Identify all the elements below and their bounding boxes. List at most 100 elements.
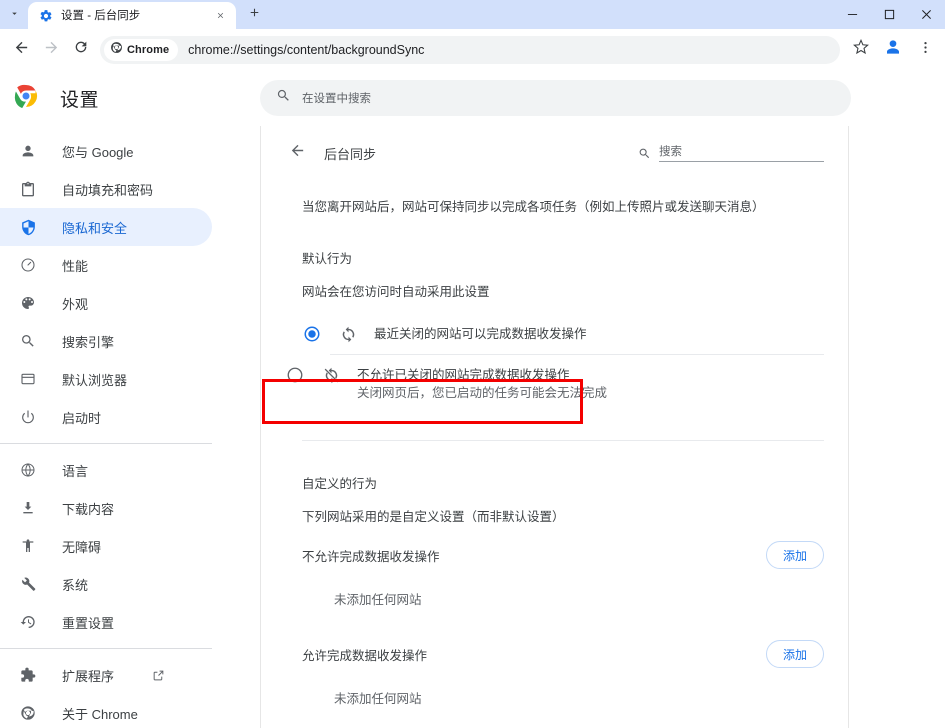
permission-allow-label: 允许完成数据收发操作 [302,648,428,663]
back-button[interactable] [6,35,36,65]
settings-page: 设置 在设置中搜索 您与 Google 自动填充和密码 隐私和安全 性能 外观 … [0,70,945,728]
browser-toolbar: Chrome chrome://settings/content/backgro… [0,29,945,70]
default-behavior-heading: 默认行为 [302,252,353,266]
subpage-back-button[interactable] [285,141,309,165]
sidebar-item-reset-settings[interactable]: 重置设置 [0,603,212,641]
radio-option-subtitle: 关闭网页后，您已启动的任务可能会无法完成 [357,386,608,400]
three-dots-icon [918,40,933,60]
search-icon [276,88,291,108]
maximize-button[interactable] [871,0,908,29]
person-icon [18,143,38,159]
bookmark-button[interactable] [846,35,876,65]
radio-option-title: 最近关闭的网站可以完成数据收发操作 [374,327,587,341]
toolbar-actions [846,35,940,65]
add-button-allow[interactable]: 添加 [766,640,824,668]
arrow-left-icon [289,142,306,164]
radio-option-title: 不允许已关闭的网站完成数据收发操作 [357,368,570,382]
radio-unselected-icon[interactable] [285,365,305,385]
close-icon[interactable] [213,8,228,23]
sidebar-item-system[interactable]: 系统 [0,565,212,603]
subpage-search[interactable]: 搜索 [638,143,824,164]
add-button-block[interactable]: 添加 [766,541,824,569]
sidebar-item-you-and-google[interactable]: 您与 Google [0,132,212,170]
settings-search-box[interactable]: 在设置中搜索 [260,80,851,116]
sidebar-item-accessibility[interactable]: 无障碍 [0,527,212,565]
page-title: 设置 [60,89,100,111]
sidebar-item-label: 搜索引擎 [62,334,115,350]
permission-allow-row: 允许完成数据收发操作 添加 [285,608,824,668]
chrome-circle-icon [110,41,123,59]
download-icon [18,500,38,516]
address-bar[interactable]: Chrome chrome://settings/content/backgro… [100,35,840,64]
sidebar-item-languages[interactable]: 语言 [0,451,212,489]
power-icon [18,409,38,425]
search-icon [18,333,38,349]
reload-icon [73,39,89,60]
menu-button[interactable] [910,35,940,65]
subpage-search-input[interactable]: 搜索 [659,143,824,162]
globe-icon [18,462,38,478]
sidebar-item-label: 外观 [62,296,89,312]
sidebar-item-appearance[interactable]: 外观 [0,284,212,322]
browser-window: 设置 - 后台同步 Chrome chrome://settings/conte… [0,0,945,728]
tab-search-button[interactable] [0,0,28,29]
sidebar-item-performance[interactable]: 性能 [0,246,212,284]
close-button[interactable] [908,0,945,29]
subpage-description: 当您离开网站后，网站可保持同步以完成各项任务（例如上传照片或发送聊天消息） [302,200,765,214]
sidebar-item-extensions[interactable]: 扩展程序 [0,656,212,694]
sidebar-item-default-browser[interactable]: 默认浏览器 [0,360,212,398]
external-link-icon[interactable] [152,669,165,682]
permission-block-empty: 未添加任何网站 [334,593,422,607]
sidebar-item-label: 默认浏览器 [62,372,128,388]
sidebar-item-label: 系统 [62,577,89,593]
browser-tab[interactable]: 设置 - 后台同步 [28,2,236,29]
new-tab-button[interactable] [241,2,267,28]
origin-chip-label: Chrome [127,43,170,56]
profile-button[interactable] [878,35,908,65]
sidebar-item-label: 性能 [62,258,89,274]
settings-body: 您与 Google 自动填充和密码 隐私和安全 性能 外观 搜索引擎 默认浏览器… [0,126,945,728]
avatar-icon [885,39,901,60]
tab-strip: 设置 - 后台同步 [0,0,945,29]
history-restore-icon [18,614,38,630]
sync-disabled-icon [321,365,341,385]
arrow-left-icon [13,39,30,61]
palette-icon [18,295,38,311]
sidebar-item-autofill[interactable]: 自动填充和密码 [0,170,212,208]
star-icon [853,38,869,60]
sidebar-item-about-chrome[interactable]: 关于 Chrome [0,694,212,728]
browser-window-icon [18,371,38,387]
speedometer-icon [18,257,38,273]
default-behavior-options: 最近关闭的网站可以完成数据收发操作 不允许已关闭的网站完成数据收发操作 关闭网页… [285,314,824,412]
sidebar-item-privacy-and-security[interactable]: 隐私和安全 [0,208,212,246]
sidebar-item-label: 您与 Google [62,144,134,160]
sidebar-item-label: 关于 Chrome [62,706,138,722]
radio-selected-icon[interactable] [302,324,322,344]
settings-header: 设置 在设置中搜索 [0,70,945,126]
chrome-circle-icon [18,705,38,721]
reload-button[interactable] [66,35,96,65]
default-behavior-subheading: 网站会在您访问时自动采用此设置 [302,285,490,299]
radio-option-allow-recently-closed[interactable]: 最近关闭的网站可以完成数据收发操作 [285,314,824,354]
custom-behavior-subheading: 下列网站采用的是自定义设置（而非默认设置） [302,510,565,524]
settings-sidebar: 您与 Google 自动填充和密码 隐私和安全 性能 外观 搜索引擎 默认浏览器… [0,126,260,728]
sync-icon [338,324,358,344]
sidebar-item-label: 语言 [62,463,89,479]
sidebar-item-on-startup[interactable]: 启动时 [0,398,212,436]
minimize-button[interactable] [834,0,871,29]
sidebar-divider [0,648,212,649]
settings-main: 后台同步 搜索 当您离开网站后，网站可保持同步以完成各项任务（例如上传照片或发送… [260,126,945,728]
origin-chip[interactable]: Chrome [104,38,179,61]
radio-option-block-closed[interactable]: 不允许已关闭的网站完成数据收发操作 关闭网页后，您已启动的任务可能会无法完成 [287,354,824,412]
permission-block-row: 不允许完成数据收发操作 添加 [285,525,824,569]
clipboard-icon [18,181,38,197]
sidebar-item-label: 自动填充和密码 [62,182,154,198]
forward-button[interactable] [36,35,66,65]
url-text[interactable]: chrome://settings/content/backgroundSync [188,43,424,57]
permission-block-label: 不允许完成数据收发操作 [302,549,440,564]
arrow-right-icon [43,39,60,61]
settings-search-input[interactable]: 在设置中搜索 [302,90,371,106]
sidebar-item-search-engine[interactable]: 搜索引擎 [0,322,212,360]
shield-icon [18,219,38,236]
sidebar-item-downloads[interactable]: 下载内容 [0,489,212,527]
